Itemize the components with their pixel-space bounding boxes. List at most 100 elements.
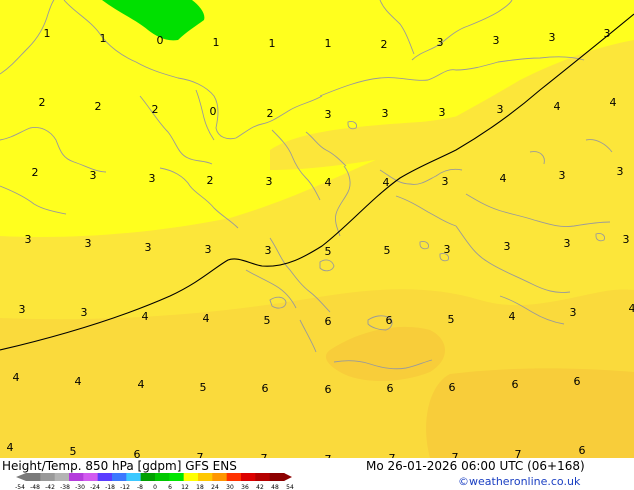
value-label: 4 [7,441,14,454]
value-label: 4 [138,378,145,391]
legend-label: 18 [196,484,204,490]
legend-label: 30 [226,484,234,490]
value-label: 3 [559,169,566,182]
value-label: 2 [152,103,159,116]
value-label: 3 [266,175,273,188]
value-label: 5 [384,244,391,257]
value-label: 7 [197,451,204,458]
value-label: 2 [207,174,214,187]
legend-label: 6 [168,484,172,490]
credit-link[interactable]: ©weatheronline.co.uk [458,475,581,488]
legend-label: -42 [45,484,55,490]
value-label: 4 [75,375,82,388]
legend-label: 48 [271,484,279,490]
legend-label: -24 [90,484,100,490]
legend-swatch [26,473,41,481]
legend-arrow-right [284,473,292,481]
warm-patch [426,368,634,458]
value-label: 6 [386,314,393,327]
value-label: 2 [32,166,39,179]
weather-map: 1 1 0 1 1 1 2 3 3 3 3 2 2 2 0 2 3 3 3 3 4 4 2 3 3 2 3 4 4 3 4 3 3 3 3 3 3 3 5 5… [0,0,634,458]
legend-label: -38 [60,484,70,490]
value-label: 3 [145,241,152,254]
value-label: 3 [382,107,389,120]
value-label: 6 [325,383,332,396]
value-label: 6 [579,444,586,457]
legend-swatch [241,473,256,481]
legend-label: -30 [75,484,85,490]
value-label: 5 [70,445,77,458]
value-label: 3 [439,106,446,119]
legend-swatch [83,473,99,481]
legend-label: -48 [30,484,40,490]
legend-label: -18 [105,484,115,490]
value-label: 6 [134,448,141,458]
value-label: 0 [210,105,217,118]
temperature-fill [0,0,634,458]
value-label: 5 [448,313,455,326]
value-label: 1 [44,27,51,40]
value-label: 4 [500,172,507,185]
value-label: 3 [437,36,444,49]
value-label: 4 [629,302,634,315]
value-label: 6 [574,375,581,388]
footer-bar: Height/Temp. 850 hPa [gdpm] GFS ENS Mo 2… [0,458,634,490]
legend-label: -54 [15,484,25,490]
color-legend: -54 -48 -42 -38 -30 -24 -18 -12 -8 0 6 12 18 24 30 36 42… [15,473,294,490]
legend-label: 12 [181,484,189,490]
value-label: 3 [549,31,556,44]
value-label: 2 [381,38,388,51]
value-label: 4 [325,176,332,189]
legend-swatch [40,473,56,481]
value-label: 1 [269,37,276,50]
legend-swatch [69,473,84,481]
legend-swatch [54,473,70,481]
value-label: 3 [265,244,272,257]
legend-swatch [269,473,285,481]
legend-label: 0 [153,484,157,490]
legend-swatch [169,473,185,481]
value-label: 3 [497,103,504,116]
legend-swatch [140,473,156,481]
value-label: 3 [19,303,26,316]
legend-label: 24 [211,484,219,490]
legend-swatch [212,473,228,481]
value-label: 4 [610,96,617,109]
value-label: 2 [95,100,102,113]
map-title: Height/Temp. 850 hPa [gdpm] GFS ENS [2,459,237,473]
value-label: 3 [604,27,611,40]
value-label: 3 [442,175,449,188]
value-label: 0 [157,34,164,47]
legend-swatch [255,473,271,481]
value-label: 3 [623,233,630,246]
value-label: 4 [383,176,390,189]
value-label: 3 [564,237,571,250]
legend-swatch [226,473,242,481]
legend-swatch [155,473,170,481]
value-label: 4 [142,310,149,323]
legend-arrow-left [16,473,26,481]
value-label: 3 [81,306,88,319]
value-label: 5 [325,245,332,258]
value-label: 2 [267,107,274,120]
legend-label: 54 [286,484,294,490]
value-label: 6 [262,382,269,395]
value-label: 6 [325,315,332,328]
value-label: 4 [203,312,210,325]
value-label: 3 [149,172,156,185]
value-label: 4 [509,310,516,323]
map-datetime: Mo 26-01-2026 06:00 UTC (06+168) [366,459,585,473]
value-label: 3 [90,169,97,182]
legend-swatch [112,473,127,481]
value-label: 5 [200,381,207,394]
value-label: 3 [617,165,624,178]
value-label: 4 [13,371,20,384]
value-label: 3 [85,237,92,250]
legend-swatch [198,473,213,481]
legend-swatch [183,473,199,481]
legend-label: -12 [120,484,130,490]
value-label: 3 [205,243,212,256]
value-label: 1 [213,36,220,49]
value-label: 3 [444,243,451,256]
value-label: 6 [512,378,519,391]
